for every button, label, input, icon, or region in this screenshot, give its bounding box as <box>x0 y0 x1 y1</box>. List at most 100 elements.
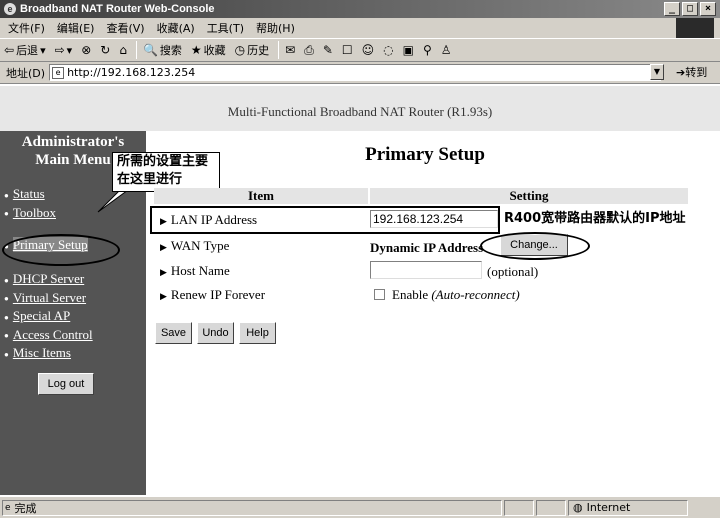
sidebar-item-virtual-server[interactable]: ● Virtual Server <box>4 289 93 308</box>
user-button[interactable]: ♙ <box>441 43 452 57</box>
research-icon: ⚲ <box>422 43 432 57</box>
edit-button[interactable]: ✎ <box>323 43 333 57</box>
favorites-button[interactable]: ★ 收藏 <box>191 42 226 58</box>
host-name-label: ▶ Host Name <box>160 263 230 278</box>
go-arrow-icon: ➔ <box>676 66 686 79</box>
page-icon: e <box>5 502 11 513</box>
highlight-ellipse-change <box>480 232 590 260</box>
toolbar: ⇦ 后退 ▾ ⇨ ▾ ⊗ ↻ ⌂ 🔍 搜索 ★ 收藏 ◷ 历史 ✉ ⎙ ✎ ☐ ☺ ◌ … <box>0 38 720 62</box>
menu-file[interactable]: 文件(F) <box>8 20 45 36</box>
discuss-button[interactable]: ☐ <box>342 43 353 57</box>
window-title-bar: e Broadband NAT Router Web-Console _ □ × <box>0 0 720 18</box>
back-button[interactable]: ⇦ 后退 ▾ <box>4 42 46 58</box>
search-icon: 🔍 <box>142 43 158 57</box>
stop-button[interactable]: ⊗ <box>81 43 91 57</box>
address-dropdown-button[interactable]: ▼ <box>650 64 664 80</box>
sidebar-item-access-control[interactable]: ● Access Control <box>4 326 93 345</box>
menu-edit[interactable]: 编辑(E) <box>57 20 95 36</box>
user-icon: ♙ <box>440 43 452 57</box>
address-bar: 地址(D) e http://192.168.123.254 <box>0 62 720 84</box>
history-button[interactable]: ◷ 历史 <box>235 42 269 58</box>
tools-icon: ▣ <box>402 43 414 57</box>
address-url: http://192.168.123.254 <box>67 66 196 79</box>
col-setting: Setting <box>370 188 688 204</box>
lan-ip-label: ▶ LAN IP Address <box>160 212 258 227</box>
toolbar-divider <box>278 41 280 59</box>
status-cell <box>536 499 566 516</box>
window-title: Broadband NAT Router Web-Console <box>20 3 215 15</box>
renew-ip-label: ▶ Renew IP Forever <box>160 287 266 302</box>
sidebar-item-status[interactable]: ● Status <box>4 185 56 204</box>
menu-help[interactable]: 帮助(H) <box>256 20 295 36</box>
logout-button[interactable]: Log out <box>38 373 94 395</box>
globe-icon: ◍ <box>573 501 583 514</box>
sidebar-item-misc-items[interactable]: ● Misc Items <box>4 344 93 363</box>
wan-type-label: ▶ WAN Type <box>160 238 230 253</box>
forward-button[interactable]: ⇨ ▾ <box>55 43 73 57</box>
sidebar-item-dhcp-server[interactable]: ● DHCP Server <box>4 270 93 289</box>
address-input[interactable]: e http://192.168.123.254 <box>49 64 662 81</box>
lan-ip-note: R400宽带路由器默认的IP地址 <box>504 211 686 226</box>
router-banner: Multi-Functional Broadband NAT Router (R… <box>0 86 720 131</box>
print-icon: ⎙ <box>304 42 314 57</box>
favorites-icon: ★ <box>190 43 202 57</box>
host-name-hint: (optional) <box>487 264 539 279</box>
col-item: Item <box>154 188 368 204</box>
settings-table-header: Item Setting <box>154 188 688 204</box>
research-button[interactable]: ⚲ <box>423 43 432 57</box>
renew-enable-label: Enable (Auto-reconnect) <box>392 287 520 302</box>
home-button[interactable]: ⌂ <box>119 43 127 57</box>
address-label: 地址(D) <box>6 66 46 80</box>
status-text-cell: e 完成 <box>2 499 502 516</box>
windows-logo <box>676 18 714 38</box>
stop-icon: ⊗ <box>81 43 92 57</box>
undo-button[interactable]: Undo <box>197 322 234 344</box>
toolbar-divider <box>135 41 137 59</box>
sidebar-item-toolbox[interactable]: ● Toolbox <box>4 204 56 223</box>
menu-bar: 文件(F) 编辑(E) 查看(V) 收藏(A) 工具(T) 帮助(H) <box>0 18 720 38</box>
chat-button[interactable]: ◌ <box>383 43 393 57</box>
history-icon: ◷ <box>234 43 246 57</box>
go-button[interactable]: ➔转到 <box>676 64 707 80</box>
search-button[interactable]: 🔍 搜索 <box>143 42 182 58</box>
help-button[interactable]: Help <box>239 322 276 344</box>
sidebar-item-special-ap[interactable]: ● Special AP <box>4 307 93 326</box>
minimize-button[interactable]: _ <box>664 2 680 16</box>
wan-type-value: Dynamic IP Address <box>370 240 484 255</box>
triangle-right-icon: ▶ <box>160 291 167 301</box>
maximize-button[interactable]: □ <box>682 2 698 16</box>
status-text: 完成 <box>14 501 37 515</box>
triangle-right-icon: ▶ <box>160 242 167 252</box>
menu-favorites[interactable]: 收藏(A) <box>157 20 195 36</box>
ie-icon: e <box>4 3 16 15</box>
host-name-input[interactable] <box>370 261 482 279</box>
page-icon: e <box>52 66 65 79</box>
menu-view[interactable]: 查看(V) <box>106 20 144 36</box>
triangle-right-icon: ▶ <box>160 267 167 277</box>
messenger-button[interactable]: ☺ <box>362 43 375 57</box>
messenger-icon: ☺ <box>361 43 375 57</box>
highlight-ellipse-primary-setup <box>2 234 120 266</box>
discuss-icon: ☐ <box>341 43 353 57</box>
status-cell <box>504 499 534 516</box>
close-button[interactable]: × <box>700 2 716 16</box>
home-icon: ⌂ <box>119 43 127 57</box>
mail-button[interactable]: ✉ <box>285 43 295 57</box>
status-bar: e 完成 ◍ Internet <box>0 496 720 518</box>
menu-tools[interactable]: 工具(T) <box>207 20 244 36</box>
print-button[interactable]: ⎙ <box>304 43 314 58</box>
callout-note: 所需的设置主要在这里进行 <box>112 152 220 192</box>
forward-arrow-icon: ⇨ <box>54 43 65 57</box>
save-button[interactable]: Save <box>155 322 192 344</box>
chat-icon: ◌ <box>383 43 394 57</box>
lan-ip-input[interactable]: 192.168.123.254 <box>370 210 498 228</box>
refresh-icon: ↻ <box>100 43 111 57</box>
page-content: Multi-Functional Broadband NAT Router (R… <box>0 86 720 495</box>
triangle-right-icon: ▶ <box>160 216 167 226</box>
mail-icon: ✉ <box>285 43 296 57</box>
tools-button[interactable]: ▣ <box>403 43 414 57</box>
page-title: Primary Setup <box>365 144 485 165</box>
renew-enable-checkbox[interactable] <box>374 289 385 300</box>
refresh-button[interactable]: ↻ <box>100 43 110 57</box>
edit-icon: ✎ <box>322 43 333 57</box>
